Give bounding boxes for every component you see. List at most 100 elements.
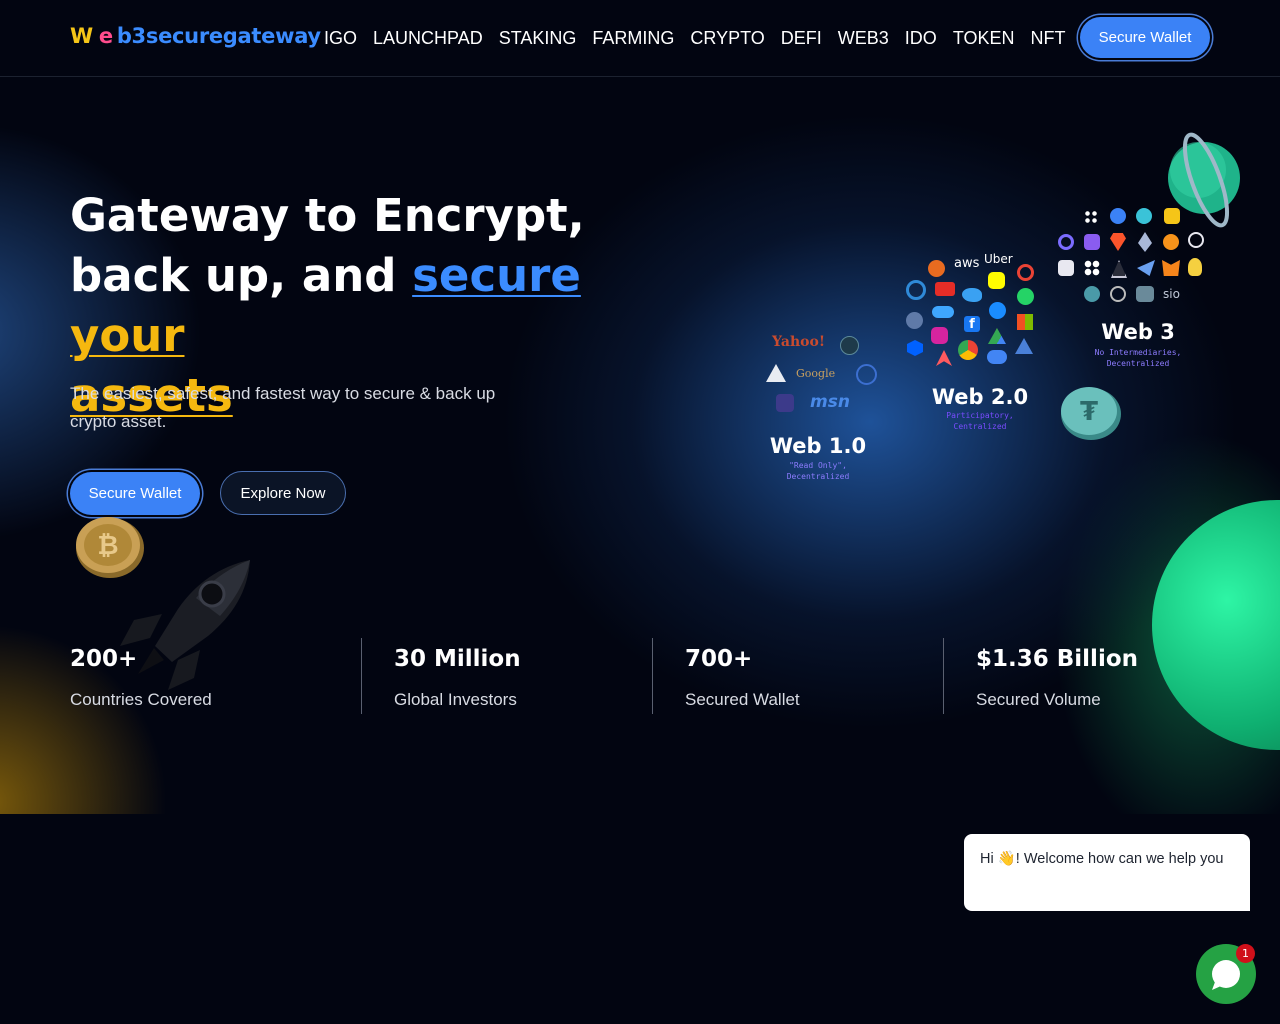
chat-message-hi: Hi: [980, 851, 994, 867]
azure-icon: [1015, 338, 1033, 354]
stat-volume-value: $1.36 Billion: [976, 646, 1138, 672]
nav-item-web3[interactable]: WEB3: [838, 28, 889, 49]
stat-divider: [652, 638, 653, 714]
web1-subtitle: "Read Only", Decentralized: [786, 461, 850, 481]
ankr-icon: [1188, 232, 1204, 248]
stat-wallets-label: Secured Wallet: [685, 690, 800, 709]
google-icon: [1017, 264, 1034, 281]
logo-letter-w: W: [70, 24, 93, 48]
drive-icon: [988, 328, 1006, 344]
stat-countries-label: Countries Covered: [70, 690, 212, 709]
stat-investors-value: 30 Million: [394, 646, 521, 672]
netscape-icon: [840, 336, 859, 355]
nav-item-token[interactable]: TOKEN: [953, 28, 1015, 49]
snapchat-icon: [988, 272, 1005, 289]
google-old-logo: Google: [796, 367, 836, 380]
sign-icon: [1084, 234, 1100, 250]
stat-countries-value: 200+: [70, 646, 138, 672]
stat-countries: 200+ Countries Covered: [70, 638, 212, 716]
nav-item-ido[interactable]: IDO: [905, 28, 937, 49]
svg-text:₮: ₮: [1080, 397, 1098, 427]
nav-item-launchpad[interactable]: LAUNCHPAD: [373, 28, 483, 49]
chat-welcome-bubble[interactable]: Hi 👋! Welcome how can we help you: [964, 834, 1250, 911]
chat-notification-badge: 1: [1236, 944, 1255, 963]
celo-icon: [1110, 286, 1126, 302]
youtube-icon: [935, 282, 955, 296]
uber-logo: Uber: [984, 252, 1013, 266]
stat-volume-label: Secured Volume: [976, 690, 1101, 709]
chat-message-text: ! Welcome how can we help you: [1015, 851, 1224, 867]
hero-title-plain: back up, and: [70, 249, 413, 302]
fantom-icon: [1136, 208, 1152, 224]
ghost-icon: [1058, 260, 1074, 276]
orb-icon: [1058, 234, 1074, 250]
web3-subtitle: No Intermediaries, Decentralized: [1094, 348, 1182, 368]
web2-title: Web 2.0: [931, 385, 1029, 409]
nav-item-defi[interactable]: DEFI: [781, 28, 822, 49]
nav-item-staking[interactable]: STAKING: [499, 28, 577, 49]
hero-section: Gateway to Encrypt, back up, and secure …: [0, 82, 1280, 814]
ethereum-icon: [1138, 232, 1152, 252]
icloud-icon: [932, 306, 954, 318]
green-sphere-decoration: [1152, 500, 1280, 750]
brave-icon: [1110, 233, 1126, 251]
bitcoin-icon: [1163, 234, 1179, 250]
altavista-icon: [766, 364, 786, 382]
ie-icon: [906, 280, 926, 300]
site-logo[interactable]: We b3securegateway: [70, 24, 321, 48]
whatsapp-icon: [1017, 288, 1034, 305]
wave-icon: 👋: [997, 851, 1016, 867]
microsoft-icon: [1017, 314, 1033, 330]
nav-secure-wallet-button[interactable]: Secure Wallet: [1080, 17, 1210, 58]
main-menu: IGO LAUNCHPAD STAKING FARMING CRYPTO DEF…: [324, 28, 1082, 49]
telegram-icon: [1137, 260, 1155, 276]
aws-logo: aws: [954, 256, 980, 271]
top-navbar: We b3securegateway IGO LAUNCHPAD STAKING …: [0, 0, 1280, 77]
logo-text: b3securegateway: [116, 24, 321, 48]
instagram-icon: [931, 327, 948, 344]
planet-icon: [1168, 132, 1240, 228]
stat-divider: [943, 638, 944, 714]
messenger-icon: [989, 302, 1006, 319]
hero-explore-now-button[interactable]: Explore Now: [220, 471, 346, 515]
hero-title-your: your: [70, 309, 185, 362]
msn-logo: msn: [810, 392, 850, 412]
hero-subtitle: The easiest, safest, and fastest way to …: [70, 384, 496, 431]
wbtc-icon: [1136, 286, 1154, 302]
dots-icon: [1084, 210, 1098, 224]
metamask-icon: [1162, 260, 1180, 276]
cosmos-icon: [1084, 286, 1100, 302]
stat-divider: [361, 638, 362, 714]
nav-item-igo[interactable]: IGO: [324, 28, 357, 49]
tether-coin-icon: ₮: [1061, 387, 1121, 440]
circles-icon: [1084, 260, 1100, 276]
hero-secure-wallet-button[interactable]: Secure Wallet: [70, 472, 200, 515]
logo-letter-e: e: [98, 24, 113, 48]
hero-title-secure: secure: [412, 249, 581, 302]
bulb-icon: [1188, 258, 1202, 276]
yahoo-logo: Yahoo!: [772, 334, 825, 350]
stat-investors: 30 Million Global Investors: [394, 638, 521, 716]
nav-item-farming[interactable]: FARMING: [592, 28, 674, 49]
gcloud-icon: [987, 350, 1007, 364]
dropbox-icon: [907, 340, 923, 356]
nav-item-crypto[interactable]: CRYPTO: [690, 28, 764, 49]
web1-title: Web 1.0: [769, 434, 867, 458]
chrome-icon: [958, 340, 978, 360]
hero-title-line1: Gateway to Encrypt,: [70, 189, 585, 242]
sio-logo: sio: [1163, 287, 1180, 301]
stat-investors-label: Global Investors: [394, 690, 517, 709]
stat-wallets: 700+ Secured Wallet: [685, 638, 800, 716]
polkadot-icon: [1110, 208, 1126, 224]
globe-icon: [906, 312, 923, 329]
airbnb-icon: [936, 350, 952, 366]
facebook-icon: f: [964, 316, 980, 332]
web2-subtitle: Participatory, Centralized: [946, 411, 1014, 431]
skype-old-icon: [776, 394, 794, 412]
nav-item-nft[interactable]: NFT: [1031, 28, 1066, 49]
twitter-icon: [962, 288, 982, 302]
arweave-icon: [1111, 260, 1127, 278]
stat-wallets-value: 700+: [685, 646, 753, 672]
web3-title: Web 3: [1101, 320, 1175, 344]
hero-title-line2: back up, and secure your: [70, 246, 690, 366]
